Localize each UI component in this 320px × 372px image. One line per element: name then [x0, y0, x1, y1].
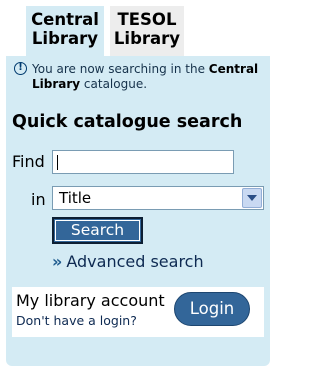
search-scope-select[interactable]: Title: [52, 186, 264, 210]
advanced-search-link[interactable]: » Advanced search: [52, 252, 204, 271]
tab-central-library[interactable]: Central Library: [26, 6, 104, 58]
text-caret: [57, 155, 58, 170]
search-button[interactable]: Search: [52, 217, 143, 244]
advanced-search-label: Advanced search: [66, 252, 204, 271]
info-icon: !: [14, 62, 27, 75]
search-heading: Quick catalogue search: [12, 112, 243, 132]
tab-label-line1: Central: [31, 10, 99, 29]
chevron-down-icon[interactable]: [242, 188, 262, 208]
double-chevron-right-icon: »: [52, 252, 63, 271]
find-label: Find: [12, 152, 45, 171]
login-help-link[interactable]: Don't have a login?: [16, 313, 137, 328]
tab-label-line2: Library: [113, 29, 181, 48]
search-scope-value: Title: [59, 189, 92, 207]
tab-tesol-library[interactable]: TESOL Library: [110, 6, 184, 56]
tab-label-line1: TESOL: [117, 10, 177, 29]
library-account-box: My library account Don't have a login? L…: [12, 287, 264, 337]
find-input[interactable]: [52, 150, 234, 174]
account-title: My library account: [16, 291, 165, 310]
tab-label-line2: Library: [31, 29, 99, 48]
login-button[interactable]: Login: [174, 292, 250, 326]
in-label: in: [31, 190, 46, 209]
notice-text: You are now searching in the Central Lib…: [32, 62, 259, 91]
